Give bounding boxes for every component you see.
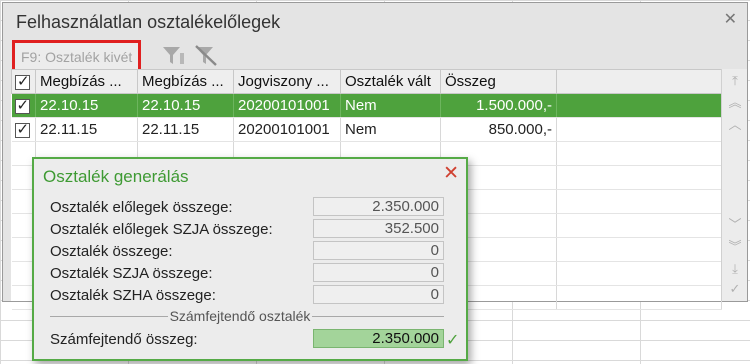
- close-icon[interactable]: ✕: [724, 9, 737, 28]
- table-cell: 22.10.15: [137, 93, 234, 118]
- total-row: Számfejtendő összeg: 2.350.000: [50, 329, 444, 349]
- table-cell: 850.000,-: [440, 117, 557, 142]
- table-cell: [556, 93, 722, 118]
- table-cell: 22.11.15: [137, 117, 234, 142]
- field-value: 0: [313, 285, 444, 304]
- grid-scrollbar[interactable]: ⤒ ︽ ︿ ﹀ ︾ ⤓ ✓: [721, 69, 747, 301]
- field-label: Osztalék összege:: [50, 243, 173, 260]
- scroll-last-icon[interactable]: ⤓: [727, 261, 743, 279]
- field-value: 352.500: [313, 219, 444, 238]
- toolbar: F9: Osztalék kivét: [3, 39, 747, 73]
- confirm-icon[interactable]: ✓: [727, 281, 743, 299]
- dividend-generation-dialog: Osztalék generálás ✕ Osztalék előlegek ö…: [32, 157, 468, 361]
- grid-header-row: Megbízás ... Megbízás ... Jogviszony ...…: [11, 69, 722, 94]
- table-cell: 1.500.000,-: [440, 93, 557, 118]
- field-label: Osztalék előlegek összege:: [50, 199, 233, 216]
- column-header[interactable]: Összeg: [440, 69, 557, 94]
- section-title: Számfejtendő osztalék: [169, 308, 311, 324]
- column-header-empty: [556, 69, 722, 94]
- field-label: Osztalék SZJA összege:: [50, 265, 213, 282]
- total-value: 2.350.000: [313, 329, 444, 348]
- total-label: Számfejtendő összeg:: [50, 331, 198, 348]
- select-all-checkbox[interactable]: [11, 69, 36, 94]
- field-label: Osztalék SZHA összege:: [50, 287, 216, 304]
- row-checkbox[interactable]: [11, 93, 36, 118]
- field-value: 0: [313, 263, 444, 282]
- field-value: 0: [313, 241, 444, 260]
- field-value: 2.350.000: [313, 197, 444, 216]
- field-row: Osztalék összege: 0: [50, 241, 444, 261]
- field-label: Osztalék előlegek SZJA összege:: [50, 221, 273, 238]
- scroll-first-icon[interactable]: ⤒: [727, 73, 743, 91]
- column-header[interactable]: Osztalék vált: [340, 69, 441, 94]
- scroll-page-up-icon[interactable]: ︽: [727, 95, 743, 113]
- table-row[interactable]: 22.10.15 22.10.15 20200101001 Nem 1.500.…: [11, 93, 722, 118]
- column-header[interactable]: Jogviszony ...: [233, 69, 341, 94]
- table-cell: Nem: [340, 93, 441, 118]
- window-title: Felhasználatlan osztalékelőlegek: [16, 12, 281, 32]
- field-row: Osztalék SZHA összege: 0: [50, 285, 444, 305]
- dialog-title: Osztalék generálás: [43, 167, 189, 186]
- table-cell: 20200101001: [233, 93, 341, 118]
- column-header[interactable]: Megbízás ...: [35, 69, 138, 94]
- scroll-page-down-icon[interactable]: ︾: [727, 239, 743, 257]
- row-checkbox[interactable]: [11, 117, 36, 142]
- column-header[interactable]: Megbízás ...: [137, 69, 234, 94]
- table-cell: 22.10.15: [35, 93, 138, 118]
- section-separator: Számfejtendő osztalék: [50, 308, 444, 324]
- close-icon[interactable]: ✕: [443, 162, 459, 184]
- check-icon[interactable]: ✓: [446, 330, 459, 349]
- scroll-down-icon[interactable]: ﹀: [727, 217, 743, 235]
- table-cell: 22.11.15: [35, 117, 138, 142]
- scroll-up-icon[interactable]: ︿: [727, 117, 743, 135]
- table-cell: 20200101001: [233, 117, 341, 142]
- filter-icon[interactable]: [160, 43, 188, 69]
- field-row: Osztalék előlegek SZJA összege: 352.500: [50, 219, 444, 239]
- field-row: Osztalék előlegek összege: 2.350.000: [50, 197, 444, 217]
- table-row[interactable]: 22.11.15 22.11.15 20200101001 Nem 850.00…: [11, 117, 722, 142]
- table-cell: Nem: [340, 117, 441, 142]
- table-cell: [556, 117, 722, 142]
- field-row: Osztalék SZJA összege: 0: [50, 263, 444, 283]
- filter-clear-icon[interactable]: [192, 43, 220, 69]
